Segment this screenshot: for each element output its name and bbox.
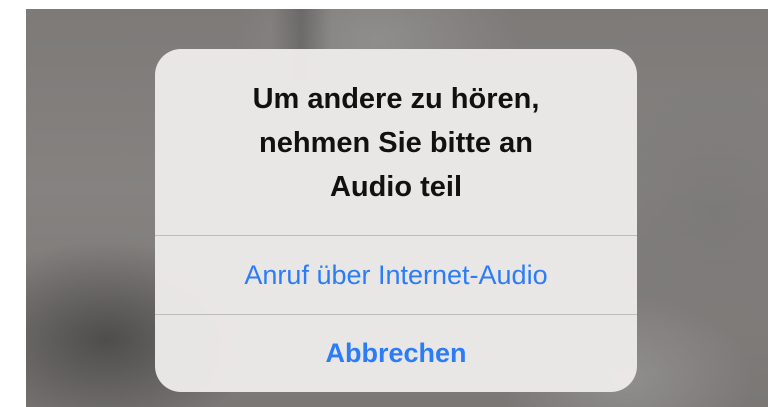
alert-message: Um andere zu hören, nehmen Sie bitte an … <box>195 77 597 237</box>
alert-message-line: nehmen Sie bitte an <box>259 127 533 159</box>
audio-join-alert: Um andere zu hören, nehmen Sie bitte an … <box>155 49 637 392</box>
alert-message-line: Um andere zu hören, <box>252 83 540 115</box>
alert-message-line: Audio teil <box>329 171 463 203</box>
screen: Um andere zu hören, nehmen Sie bitte an … <box>0 0 771 407</box>
call-via-internet-audio-button[interactable]: Anruf über Internet-Audio <box>155 236 637 314</box>
cancel-button[interactable]: Abbrechen <box>155 315 637 392</box>
